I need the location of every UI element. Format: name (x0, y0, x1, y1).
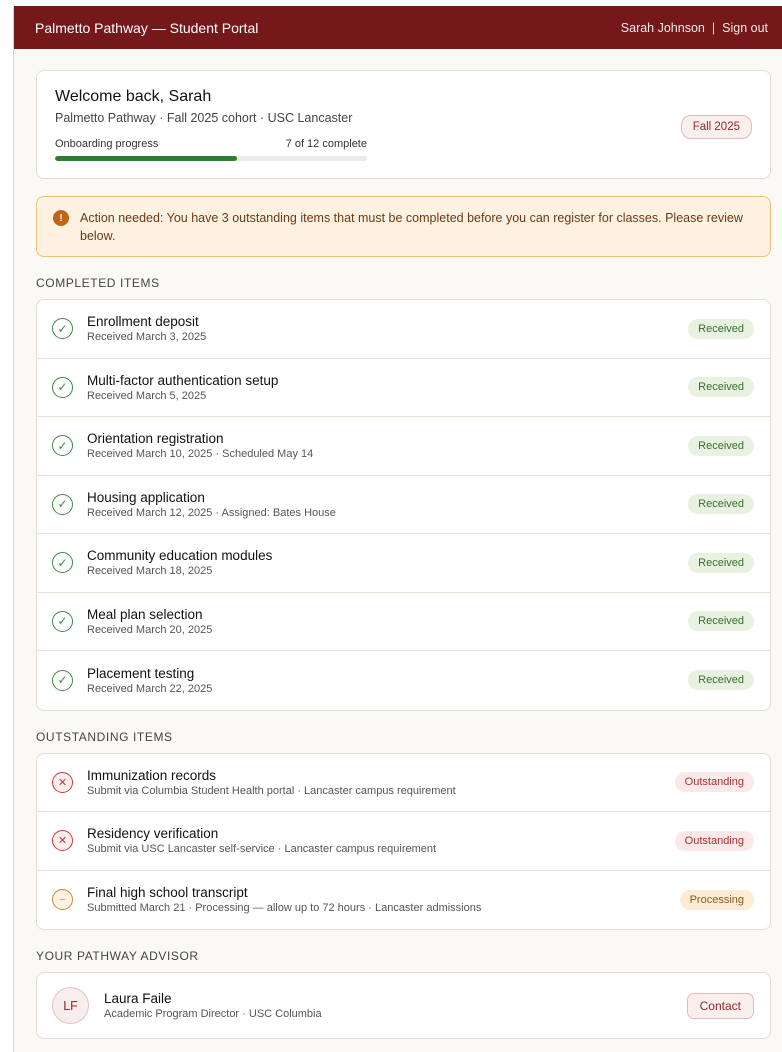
checklist-item-meta: Submitted March 21 · Processing — allow … (87, 902, 482, 915)
advisor-card: LF Laura Faile Academic Program Director… (36, 972, 771, 1039)
sign-out-link[interactable]: Sign out (722, 21, 768, 35)
status-badge: Outstanding (674, 772, 754, 793)
checklist-item-meta: Received March 12, 2025 · Assigned: Bate… (87, 506, 336, 519)
checklist-item-title: Enrollment deposit (87, 314, 199, 330)
main-content: Welcome back, Sarah Palmetto Pathway · F… (14, 49, 782, 1039)
checklist-item[interactable]: ✓ Community education modules Received Mar… (37, 534, 770, 593)
advisor-avatar: LF (52, 987, 89, 1024)
exclamation-icon: ! (53, 210, 69, 226)
checklist-item-title: Placement testing (87, 665, 195, 681)
checklist-item-text: Meal plan selection Received March 20, 20… (87, 607, 688, 636)
checklist-item[interactable]: – Final high school transcript Submitted M… (37, 871, 770, 930)
onboarding-progress-fill (55, 156, 237, 161)
clock-circle-icon: – (52, 889, 73, 911)
status-badge: Received (688, 318, 754, 339)
checklist-item-meta: Received March 18, 2025 (87, 565, 213, 578)
checklist-item-text: Residency verification Submit via USC Lan… (87, 826, 675, 855)
contact-advisor-button[interactable]: Contact (686, 992, 754, 1019)
user-menu-separator: | (711, 20, 716, 35)
check-circle-icon: ✓ (52, 610, 73, 632)
advisor-role: Academic Program Director · USC Columbia (104, 1008, 322, 1020)
check-circle-icon: ✓ (52, 669, 73, 691)
advisor-section-title: YOUR PATHWAY ADVISOR (36, 949, 199, 963)
outstanding-items-list: ✕ Immunization records Submit via Columbia… (36, 752, 771, 930)
progress-labels: Onboarding progress 7 of 12 complete (55, 138, 367, 150)
checklist-item[interactable]: ✕ Immunization records Submit via Columbia… (37, 754, 770, 812)
status-badge: Received (688, 494, 754, 515)
status-badge: Received (688, 377, 754, 398)
checklist-item-meta: Submit via Columbia Student Health porta… (87, 784, 456, 797)
completed-items-list: ✓ Enrollment deposit Received March 3, 202… (36, 299, 771, 711)
advisor-name: Laura Faile (104, 991, 172, 1006)
status-badge: Received (688, 552, 754, 573)
advisor-info: Laura Faile Academic Program Director · … (104, 991, 687, 1020)
status-badge: Processing (679, 889, 754, 910)
alert-message: Action needed: You have 3 outstanding it… (80, 211, 743, 243)
checklist-item[interactable]: ✕ Residency verification Submit via USC La… (37, 812, 770, 871)
x-circle-icon: ✕ (52, 771, 73, 793)
progress-label: Onboarding progress (55, 138, 159, 150)
checklist-item-meta: Received March 22, 2025 (87, 682, 213, 695)
onboarding-progress-bar (55, 156, 367, 161)
top-navigation-bar: Palmetto Pathway — Student Portal Sarah … (14, 6, 782, 49)
checklist-item-text: Immunization records Submit via Columbia … (87, 768, 675, 797)
checklist-item[interactable]: ✓ Meal plan selection Received March 20, 2… (37, 593, 770, 651)
portal-title: Palmetto Pathway — Student Portal (35, 19, 259, 36)
checklist-item[interactable]: ✓ Placement testing Received March 22, 202… (37, 651, 770, 710)
checklist-item-title: Meal plan selection (87, 606, 203, 622)
checklist-item-meta: Submit via USC Lancaster self-service · … (87, 843, 437, 856)
status-badge: Outstanding (674, 830, 754, 851)
checklist-item-meta: Received March 3, 2025 (87, 331, 207, 344)
progress-count: 7 of 12 complete (285, 138, 367, 150)
checklist-item-text: Final high school transcript Submitted Ma… (87, 885, 680, 914)
x-circle-icon: ✕ (52, 830, 73, 852)
checklist-item-meta: Received March 10, 2025 · Scheduled May … (87, 448, 314, 461)
action-needed-alert: ! Action needed: You have 3 outstanding … (36, 196, 771, 257)
status-badge: Received (688, 435, 754, 456)
welcome-heading: Welcome back, Sarah (55, 88, 212, 105)
checklist-item[interactable]: ✓ Enrollment deposit Received March 3, 202… (37, 300, 770, 359)
checklist-item-title: Community education modules (87, 548, 273, 564)
checklist-item-meta: Received March 5, 2025 (87, 389, 207, 402)
checklist-item-text: Placement testing Received March 22, 2025 (87, 666, 688, 695)
checklist-item-title: Orientation registration (87, 431, 224, 447)
checklist-item-title: Immunization records (87, 767, 217, 783)
portal-window: Palmetto Pathway — Student Portal Sarah … (13, 6, 782, 1052)
checklist-item-title: Multi-factor authentication setup (87, 372, 279, 388)
checklist-item-text: Enrollment deposit Received March 3, 2025 (87, 314, 688, 343)
user-name: Sarah Johnson (620, 20, 705, 35)
term-badge: Fall 2025 (680, 115, 752, 139)
status-badge: Received (688, 611, 754, 632)
checklist-item-title: Final high school transcript (87, 885, 248, 901)
check-circle-icon: ✓ (52, 318, 73, 340)
checklist-item-title: Residency verification (87, 826, 219, 842)
checklist-item-text: Multi-factor authentication setup Receive… (87, 373, 688, 402)
checklist-item[interactable]: ✓ Orientation registration Received March … (37, 417, 770, 476)
checklist-item-meta: Received March 20, 2025 (87, 623, 213, 636)
user-menu: Sarah Johnson | Sign out (621, 21, 768, 35)
checklist-item[interactable]: ✓ Housing application Received March 12, 2… (37, 476, 770, 534)
checklist-item-title: Housing application (87, 489, 205, 505)
check-circle-icon: ✓ (52, 435, 73, 457)
check-circle-icon: ✓ (52, 493, 73, 515)
status-badge: Received (688, 670, 754, 691)
welcome-card: Welcome back, Sarah Palmetto Pathway · F… (36, 70, 771, 179)
completed-section-title: COMPLETED ITEMS (36, 276, 160, 290)
cohort-subtitle: Palmetto Pathway · Fall 2025 cohort · US… (55, 111, 353, 125)
checklist-item-text: Orientation registration Received March 1… (87, 431, 688, 460)
check-circle-icon: ✓ (52, 376, 73, 398)
checklist-item[interactable]: ✓ Multi-factor authentication setup Receiv… (37, 359, 770, 417)
checklist-item-text: Housing application Received March 12, 20… (87, 490, 688, 519)
check-circle-icon: ✓ (52, 552, 73, 574)
outstanding-section-title: OUTSTANDING ITEMS (36, 729, 173, 744)
checklist-item-text: Community education modules Received Marc… (87, 548, 688, 577)
